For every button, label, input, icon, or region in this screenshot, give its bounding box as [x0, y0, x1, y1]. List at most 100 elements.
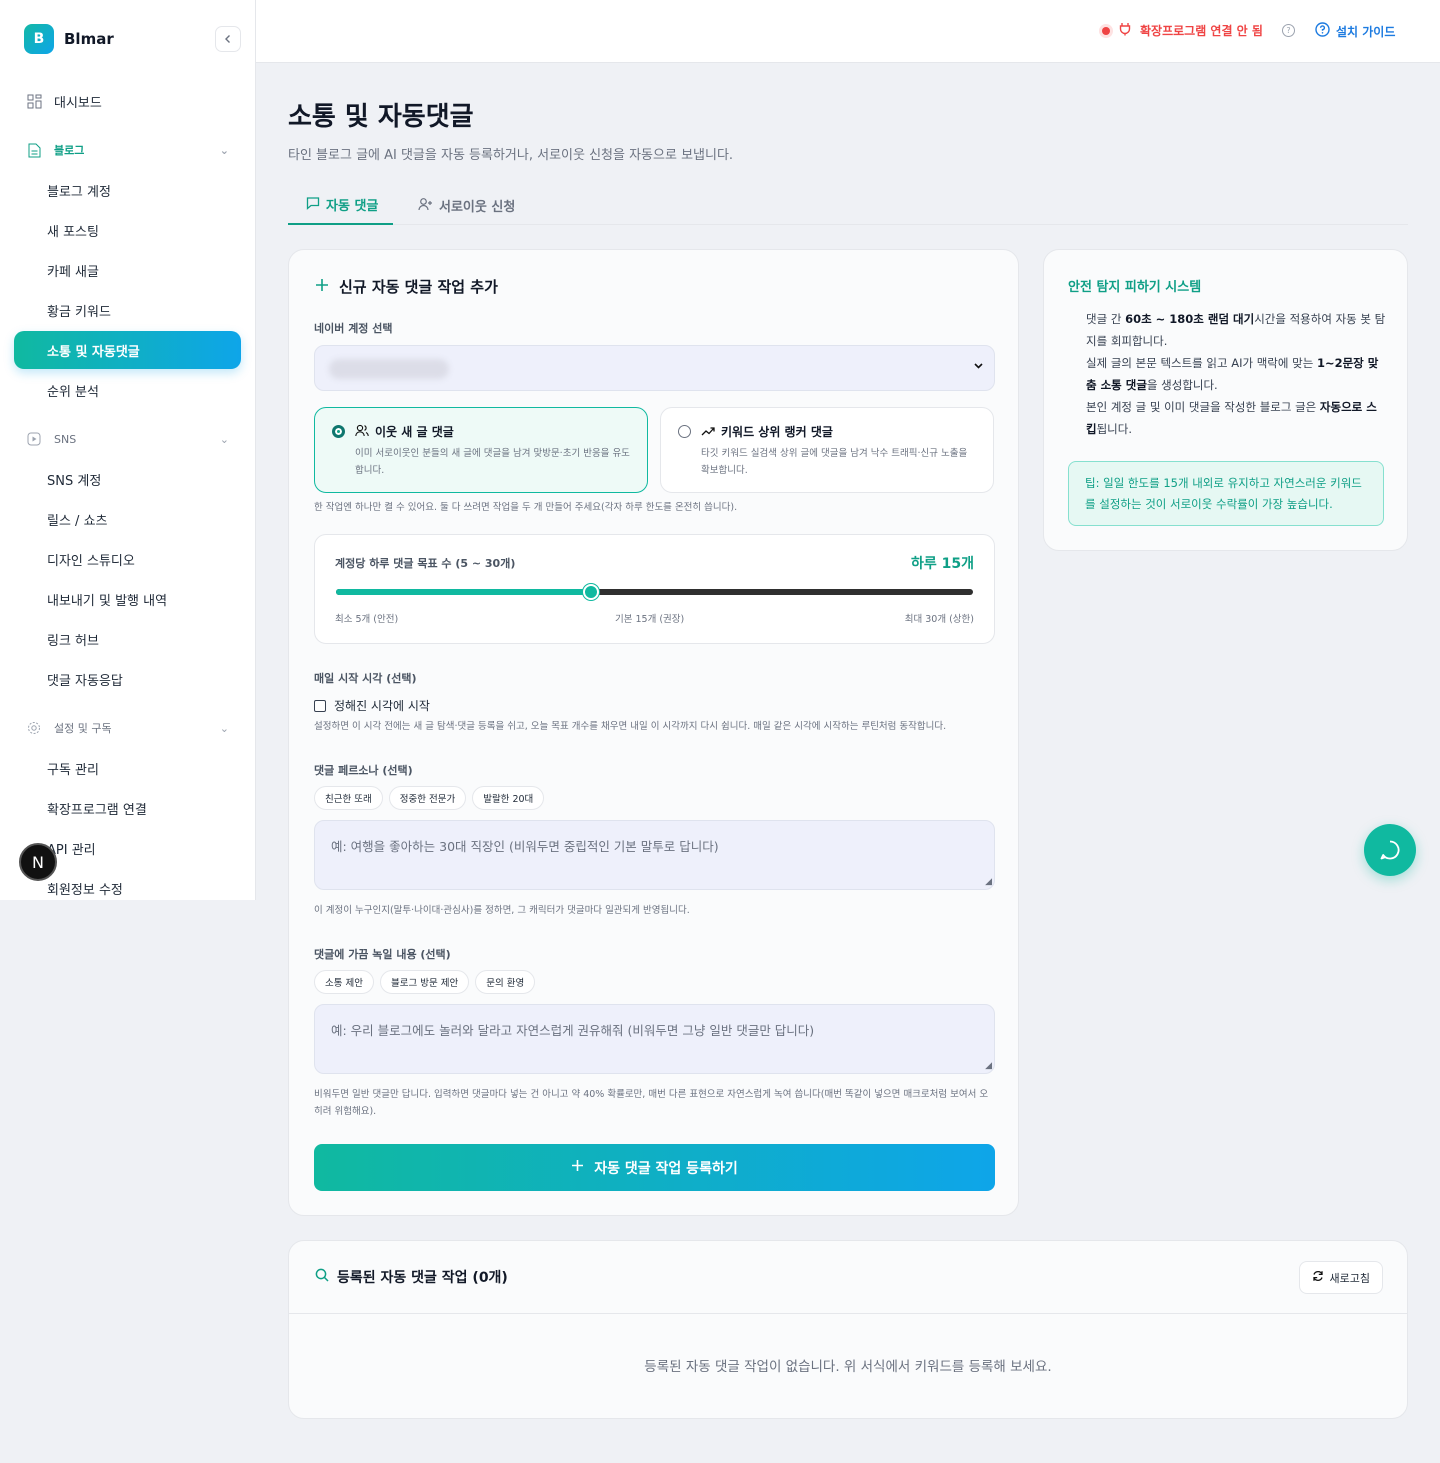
sidebar-section-label: 설정 및 구독	[54, 722, 112, 735]
account-name-redacted	[329, 359, 449, 379]
play-icon	[26, 431, 42, 447]
page-subtitle: 타인 블로그 글에 AI 댓글을 자동 등록하거나, 서로이웃 신청을 자동으로…	[288, 148, 734, 163]
document-icon	[26, 142, 42, 158]
sidebar-item-blog-account[interactable]: 블로그 계정	[14, 171, 241, 209]
users-icon	[355, 424, 369, 440]
daily-target-slider-box: 계정당 하루 댓글 목표 수 (5 ~ 30개) 하루 15개 최소 5개 (안…	[314, 534, 995, 644]
search-icon	[315, 1268, 329, 1286]
question-circle-icon	[1315, 22, 1330, 40]
tab-label: 자동 댓글	[326, 199, 379, 214]
sidebar-item-subscription[interactable]: 구독 관리	[14, 749, 241, 787]
sidebar-item-reels[interactable]: 릴스 / 쇼츠	[14, 500, 241, 538]
plus-icon	[571, 1159, 584, 1176]
option-keyword-ranker[interactable]: 키워드 상위 랭커 댓글 타깃 키워드 실검색 상위 글에 댓글을 남겨 낙수 …	[660, 407, 994, 493]
collapse-sidebar-button[interactable]	[215, 26, 241, 52]
persona-textarea[interactable]: 예: 여행을 좋아하는 30대 직장인 (비워두면 중립적인 기본 말투로 답니…	[314, 820, 995, 890]
chat-button[interactable]	[1364, 824, 1416, 876]
dashboard-icon	[26, 93, 42, 109]
sidebar-item-sns-account[interactable]: SNS 계정	[14, 460, 241, 498]
dev-overlay-badge[interactable]: N	[19, 843, 57, 881]
install-guide-link[interactable]: 설치 가이드	[1315, 22, 1395, 40]
form-title: 신규 자동 댓글 작업 추가	[315, 276, 498, 297]
resize-handle-icon[interactable]: ◢	[985, 877, 992, 887]
chevron-left-icon	[225, 35, 230, 43]
safety-line: 본인 계정 글 및 이미 댓글을 작성한 블로그 글은 자동으로 스킵됩니다.	[1086, 400, 1377, 436]
sidebar-section-settings[interactable]: 설정 및 구독 ⌄	[14, 709, 241, 747]
start-time-checkbox-label: 정해진 시각에 시작	[334, 699, 430, 713]
start-time-note: 설정하면 이 시각 전에는 새 글 탐색·댓글 등록을 쉬고, 오늘 목표 개수…	[314, 721, 947, 732]
brand-name: Blmar	[64, 30, 114, 48]
slider-track[interactable]	[336, 584, 973, 600]
slider-fill	[336, 589, 591, 595]
registered-tasks-title-text: 등록된 자동 댓글 작업 (0개)	[337, 1270, 508, 1286]
safety-title: 안전 탐지 피하기 시스템	[1068, 280, 1202, 295]
chat-bubble-icon	[1380, 840, 1400, 860]
sidebar-item-rank-analysis[interactable]: 순위 분석	[14, 371, 241, 409]
slider-thumb[interactable]	[582, 584, 599, 600]
sidebar-item-design-studio[interactable]: 디자인 스튜디오	[14, 540, 241, 578]
sidebar-section-sns[interactable]: SNS ⌄	[14, 420, 241, 458]
registered-tasks-header: 등록된 자동 댓글 작업 (0개) 새로고침	[289, 1241, 1407, 1314]
slider-value: 하루 15개	[911, 556, 974, 572]
option-description: 타깃 키워드 실검색 상위 글에 댓글을 남겨 낙수 트래픽·신규 노출을 확보…	[701, 448, 968, 476]
tab-bar: 자동 댓글 서로이웃 신청	[288, 186, 1408, 225]
safety-line: 댓글 간 60초 ~ 180초 랜덤 대기시간을 적용하여 자동 봇 탐지를 회…	[1086, 312, 1386, 348]
option-title: 이웃 새 글 댓글	[355, 423, 454, 440]
sidebar-section-label: 블로그	[54, 144, 85, 157]
form-title-text: 신규 자동 댓글 작업 추가	[339, 278, 498, 296]
account-select[interactable]	[314, 345, 995, 391]
slider-min-label: 최소 5개 (안전)	[335, 614, 399, 625]
sidebar-item-new-post[interactable]: 새 포스팅	[14, 211, 241, 249]
persona-note: 이 계정이 누구인지(말투·나이대·관심사)를 정하면, 그 캐릭터가 댓글마다…	[314, 905, 690, 916]
chevron-down-icon: ⌄	[219, 721, 229, 735]
option-note: 한 작업엔 하나만 켤 수 있어요. 둘 다 쓰려면 작업을 두 개 만들어 주…	[314, 502, 738, 513]
help-icon[interactable]: ?	[1282, 24, 1295, 37]
persona-chip[interactable]: 친근한 또래	[314, 786, 383, 810]
extra-chip[interactable]: 문의 환영	[475, 970, 536, 994]
extra-content-textarea[interactable]: 예: 우리 블로그에도 놀러와 달라고 자연스럽게 권유해줘 (비워두면 그냥 …	[314, 1004, 995, 1074]
extra-chip[interactable]: 소통 제안	[314, 970, 374, 994]
option-title: 키워드 상위 랭커 댓글	[701, 423, 833, 440]
plug-icon	[1118, 22, 1132, 39]
tab-neighbor-request[interactable]: 서로이웃 신청	[418, 186, 515, 225]
register-task-button[interactable]: 자동 댓글 작업 등록하기	[314, 1144, 995, 1191]
start-time-checkbox[interactable]	[314, 699, 326, 712]
sidebar-item-export-history[interactable]: 내보내기 및 발행 내역	[14, 580, 241, 618]
sidebar-item-comment-autoreply[interactable]: 댓글 자동응답	[14, 660, 241, 698]
empty-state-text: 등록된 자동 댓글 작업이 없습니다. 위 서식에서 키워드를 등록해 보세요.	[644, 1359, 1052, 1375]
sidebar-nav: 대시보드 블로그 ⌄ 블로그 계정 새 포스팅 카페 새글 황금 키워드 소통 …	[14, 82, 241, 907]
sidebar-item-dashboard[interactable]: 대시보드	[14, 82, 241, 120]
radio-unselected[interactable]	[678, 425, 691, 438]
safety-tip: 팁: 일일 한도를 15개 내외로 유지하고 자연스러운 키워드를 설정하는 것…	[1068, 461, 1384, 526]
persona-chips: 친근한 또래 정중한 전문가 발랄한 20대	[314, 786, 545, 810]
sidebar-item-auto-comment[interactable]: 소통 및 자동댓글	[14, 331, 241, 369]
registered-tasks-title: 등록된 자동 댓글 작업 (0개)	[315, 1267, 508, 1287]
extra-chip[interactable]: 블로그 방문 제안	[379, 970, 470, 994]
sidebar-section-label: SNS	[54, 432, 77, 446]
option-neighbor-new-post[interactable]: 이웃 새 글 댓글 이미 서로이웃인 분들의 새 글에 댓글을 남겨 맞방문·초…	[314, 407, 648, 493]
extension-status-text: 확장프로그램 연결 안 됨	[1140, 24, 1263, 38]
tab-auto-comment[interactable]: 자동 댓글	[288, 186, 393, 225]
chevron-down-icon: ⌄	[219, 143, 229, 157]
extension-status[interactable]: 확장프로그램 연결 안 됨	[1102, 22, 1263, 39]
refresh-button[interactable]: 새로고침	[1298, 1261, 1383, 1294]
extra-content-label: 댓글에 가끔 녹일 내용 (선택)	[314, 948, 451, 961]
slider-label: 계정당 하루 댓글 목표 수 (5 ~ 30개)	[335, 557, 516, 570]
start-time-checkbox-row[interactable]: 정해진 시각에 시작	[314, 697, 430, 714]
safety-body: 댓글 간 60초 ~ 180초 랜덤 대기시간을 적용하여 자동 봇 탐지를 회…	[1086, 308, 1386, 440]
persona-chip[interactable]: 정중한 전문가	[388, 786, 467, 810]
sidebar-section-blog[interactable]: 블로그 ⌄	[14, 131, 241, 169]
radio-selected[interactable]	[332, 425, 345, 438]
option-title-text: 키워드 상위 랭커 댓글	[721, 425, 833, 439]
start-time-label: 매일 시작 시각 (선택)	[314, 672, 417, 685]
sidebar-item-cafe-new[interactable]: 카페 새글	[14, 251, 241, 289]
sidebar-item-extension[interactable]: 확장프로그램 연결	[14, 789, 241, 827]
resize-handle-icon[interactable]: ◢	[985, 1061, 992, 1071]
brand[interactable]: B Blmar	[24, 24, 114, 54]
persona-chip[interactable]: 발랄한 20대	[472, 786, 545, 810]
tab-label: 서로이웃 신청	[439, 200, 516, 215]
refresh-label: 새로고침	[1329, 1271, 1370, 1285]
sidebar-item-link-hub[interactable]: 링크 허브	[14, 620, 241, 658]
register-task-label: 자동 댓글 작업 등록하기	[594, 1160, 738, 1177]
sidebar-item-golden-keyword[interactable]: 황금 키워드	[14, 291, 241, 329]
